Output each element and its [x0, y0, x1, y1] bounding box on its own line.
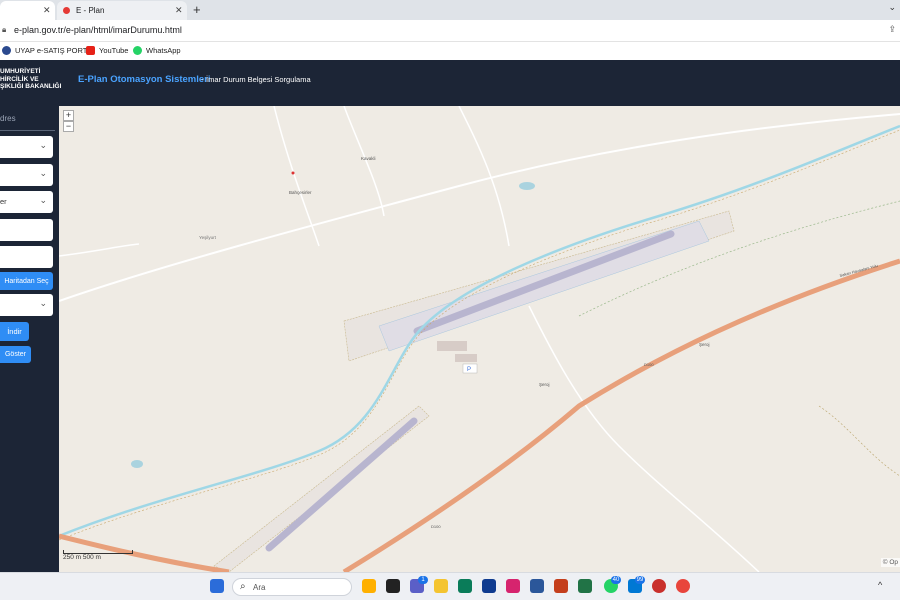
copilot-icon[interactable] [362, 579, 376, 593]
taskbar: ⌕ Ara 1 40 99 ^ [0, 572, 900, 600]
chevron-down-icon[interactable]: ⌄ [888, 2, 896, 13]
road-label: D100 [644, 362, 654, 367]
road-minor [343, 106, 385, 217]
notification-badge: 1 [418, 576, 428, 584]
canal [59, 124, 900, 538]
document-select[interactable]: ⌄ [0, 294, 53, 316]
ministry-logo-text: UMHURİYETİ HİRCİLİK VE ŞIKLIĞI BAKANLIĞI [0, 68, 61, 91]
app-subtitle: İmar Durum Belgesi Sorgulama [206, 75, 311, 84]
map-canvas[interactable]: P [59, 106, 900, 572]
ministry-line: ŞIKLIĞI BAKANLIĞI [0, 83, 62, 90]
tab-label: E - Plan [76, 6, 105, 15]
lock-icon[interactable]: 🔒︎ [2, 25, 6, 35]
bookmark-whatsapp[interactable]: WhatsApp [133, 46, 181, 55]
word-icon[interactable] [530, 579, 544, 593]
boundary-line [818, 405, 900, 477]
zoom-out-button[interactable]: − [63, 121, 74, 132]
search-placeholder: Ara [253, 583, 266, 592]
youtube-icon [86, 46, 95, 55]
pond [131, 460, 143, 468]
notification-badge: 40 [611, 576, 621, 584]
new-tab-icon[interactable]: + [193, 2, 201, 17]
download-button[interactable]: İndir [0, 322, 29, 341]
place-label: Şeroj [539, 382, 550, 387]
bookmark-label: UYAP e-SATIŞ PORT... [15, 46, 93, 55]
powerpoint-icon[interactable] [554, 579, 568, 593]
zoom-in-button[interactable]: + [63, 110, 74, 121]
chevron-down-icon: ⌄ [39, 195, 47, 205]
scale-label: 250 m 500 m [63, 554, 101, 561]
tab-eplan[interactable]: E - Plan ✕ [57, 1, 187, 20]
place-label: Kavakli [361, 156, 376, 161]
place-label: Bahçesirler [289, 190, 312, 195]
eplan-favicon-icon [63, 7, 70, 14]
close-icon[interactable]: ✕ [43, 5, 51, 16]
canal-boundary [59, 129, 900, 541]
tab-strip: ✕ E - Plan ✕ + ⌄ [0, 0, 900, 20]
ministry-line: UMHURİYETİ [0, 68, 41, 75]
store-icon[interactable] [458, 579, 472, 593]
chevron-up-icon[interactable]: ^ [878, 580, 882, 590]
app-header: UMHURİYETİ HİRCİLİK VE ŞIKLIĞI BAKANLIĞI… [0, 60, 900, 106]
notification-badge: 99 [635, 576, 645, 584]
excel-icon[interactable] [578, 579, 592, 593]
terminal-building [437, 341, 467, 351]
divider [0, 130, 55, 131]
sidebar: dres ⌄ ⌄ er ⌄ Haritadan Seç ⌄ İndir Göst… [0, 106, 59, 572]
select-value: er [0, 197, 7, 206]
chevron-down-icon: ⌄ [39, 168, 47, 178]
bookmark-youtube[interactable]: YouTube [86, 46, 128, 55]
province-select[interactable]: ⌄ [0, 136, 53, 158]
start-icon[interactable] [210, 579, 224, 593]
search-icon: ⌕ [240, 581, 246, 592]
block-input[interactable] [0, 219, 53, 241]
bookmark-uyap[interactable]: UYAP e-SATIŞ PORT... [2, 46, 93, 55]
address-section-label: dres [0, 114, 16, 123]
pond [519, 182, 535, 190]
district-select[interactable]: ⌄ [0, 164, 53, 186]
uyap-icon [2, 46, 11, 55]
show-button[interactable]: Göster [0, 346, 31, 363]
road-label: D100 [431, 524, 441, 529]
chevron-down-icon: ⌄ [39, 298, 47, 308]
runway-south [265, 417, 418, 552]
app-title: E-Plan Otomasyon Sistemleri [78, 74, 211, 85]
chevron-down-icon: ⌄ [39, 140, 47, 150]
bookmarks-bar: UYAP e-SATIŞ PORT... YouTube WhatsApp [0, 42, 900, 60]
map-attribution[interactable]: © Op [880, 558, 900, 567]
share-icon[interactable]: ⇪ [888, 24, 896, 35]
parking-label: P [467, 367, 471, 373]
chrome-icon[interactable] [676, 579, 690, 593]
neighborhood-select[interactable]: er ⌄ [0, 191, 53, 213]
place-label: Şeroj [699, 342, 710, 347]
instagram-icon[interactable] [506, 579, 520, 593]
parcel-input[interactable] [0, 246, 53, 268]
ministry-line: HİRCİLİK VE [0, 75, 39, 83]
taskbar-search-input[interactable]: ⌕ Ara [232, 578, 352, 596]
road-minor [59, 243, 140, 257]
close-icon[interactable]: ✕ [175, 5, 183, 16]
url-text[interactable]: e-plan.gov.tr/e-plan/html/imarDurumu.htm… [14, 25, 182, 35]
place-label: Yeşilyurt [199, 235, 216, 240]
runway-north [413, 230, 675, 335]
road-minor [59, 113, 900, 302]
file-explorer-icon[interactable] [434, 579, 448, 593]
select-from-map-button[interactable]: Haritadan Seç [0, 272, 53, 290]
bookmark-label: YouTube [99, 46, 129, 55]
airport-area-south [213, 405, 430, 572]
whatsapp-icon [133, 46, 142, 55]
map-view[interactable]: P Kavakli Bahçesirler Yeşilyurt Şeroj Şe… [59, 106, 900, 572]
road-minor [528, 305, 760, 572]
location-marker-icon [291, 171, 295, 175]
app-l-icon[interactable] [482, 579, 496, 593]
terminal-building [455, 354, 477, 362]
tab-active[interactable]: ✕ [0, 1, 55, 20]
app-red-icon[interactable] [652, 579, 666, 593]
title-separator: - [201, 75, 204, 84]
road-minor [273, 106, 320, 247]
task-view-icon[interactable] [386, 579, 400, 593]
address-bar[interactable]: 🔒︎ e-plan.gov.tr/e-plan/html/imarDurumu.… [0, 20, 900, 42]
bookmark-label: WhatsApp [146, 46, 181, 55]
